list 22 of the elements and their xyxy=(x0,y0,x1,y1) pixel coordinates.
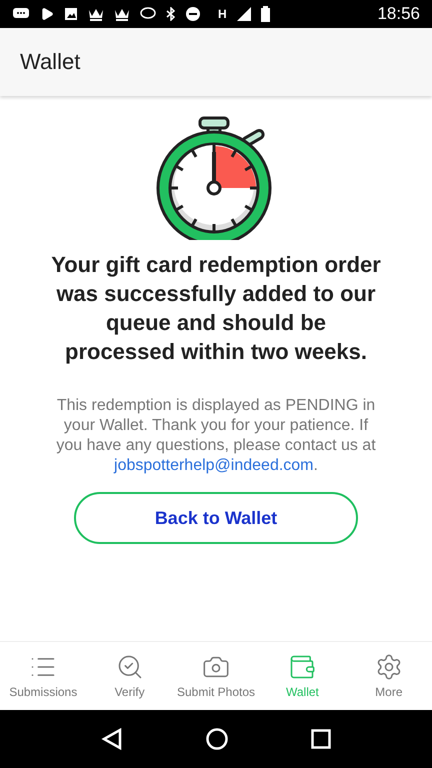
crown-icon xyxy=(88,7,104,21)
back-icon[interactable] xyxy=(101,728,124,750)
verify-icon xyxy=(116,653,144,681)
battery-icon xyxy=(260,6,270,22)
confirmation-message: This redemption is displayed as PENDING in your Wallet. Thank you for your patience. If you have any questions, please contact us at jobspotterhelp@indeed.com. xyxy=(55,396,377,476)
chat-icon xyxy=(12,7,30,21)
screen-title: Wallet xyxy=(20,49,80,75)
back-to-wallet-button[interactable]: Back to Wallet xyxy=(74,492,358,544)
wallet-icon xyxy=(288,653,316,681)
network-type: H xyxy=(218,7,227,21)
crown-icon xyxy=(114,7,130,21)
bluetooth-icon xyxy=(166,7,176,21)
confirmation-heading: Your gift card redemption order was successfully added to our queue and should be processed within two weeks. xyxy=(50,251,382,366)
do-not-disturb-icon xyxy=(186,7,200,21)
play-icon xyxy=(40,7,54,21)
home-icon[interactable] xyxy=(206,728,228,750)
image-icon xyxy=(64,7,78,21)
email-link[interactable]: jobspotterhelp@indeed.com xyxy=(114,457,314,474)
signal-icon xyxy=(236,7,251,21)
recents-icon[interactable] xyxy=(310,729,331,749)
speech-bubble-icon xyxy=(140,7,156,21)
clock: 18:56 xyxy=(377,4,420,24)
